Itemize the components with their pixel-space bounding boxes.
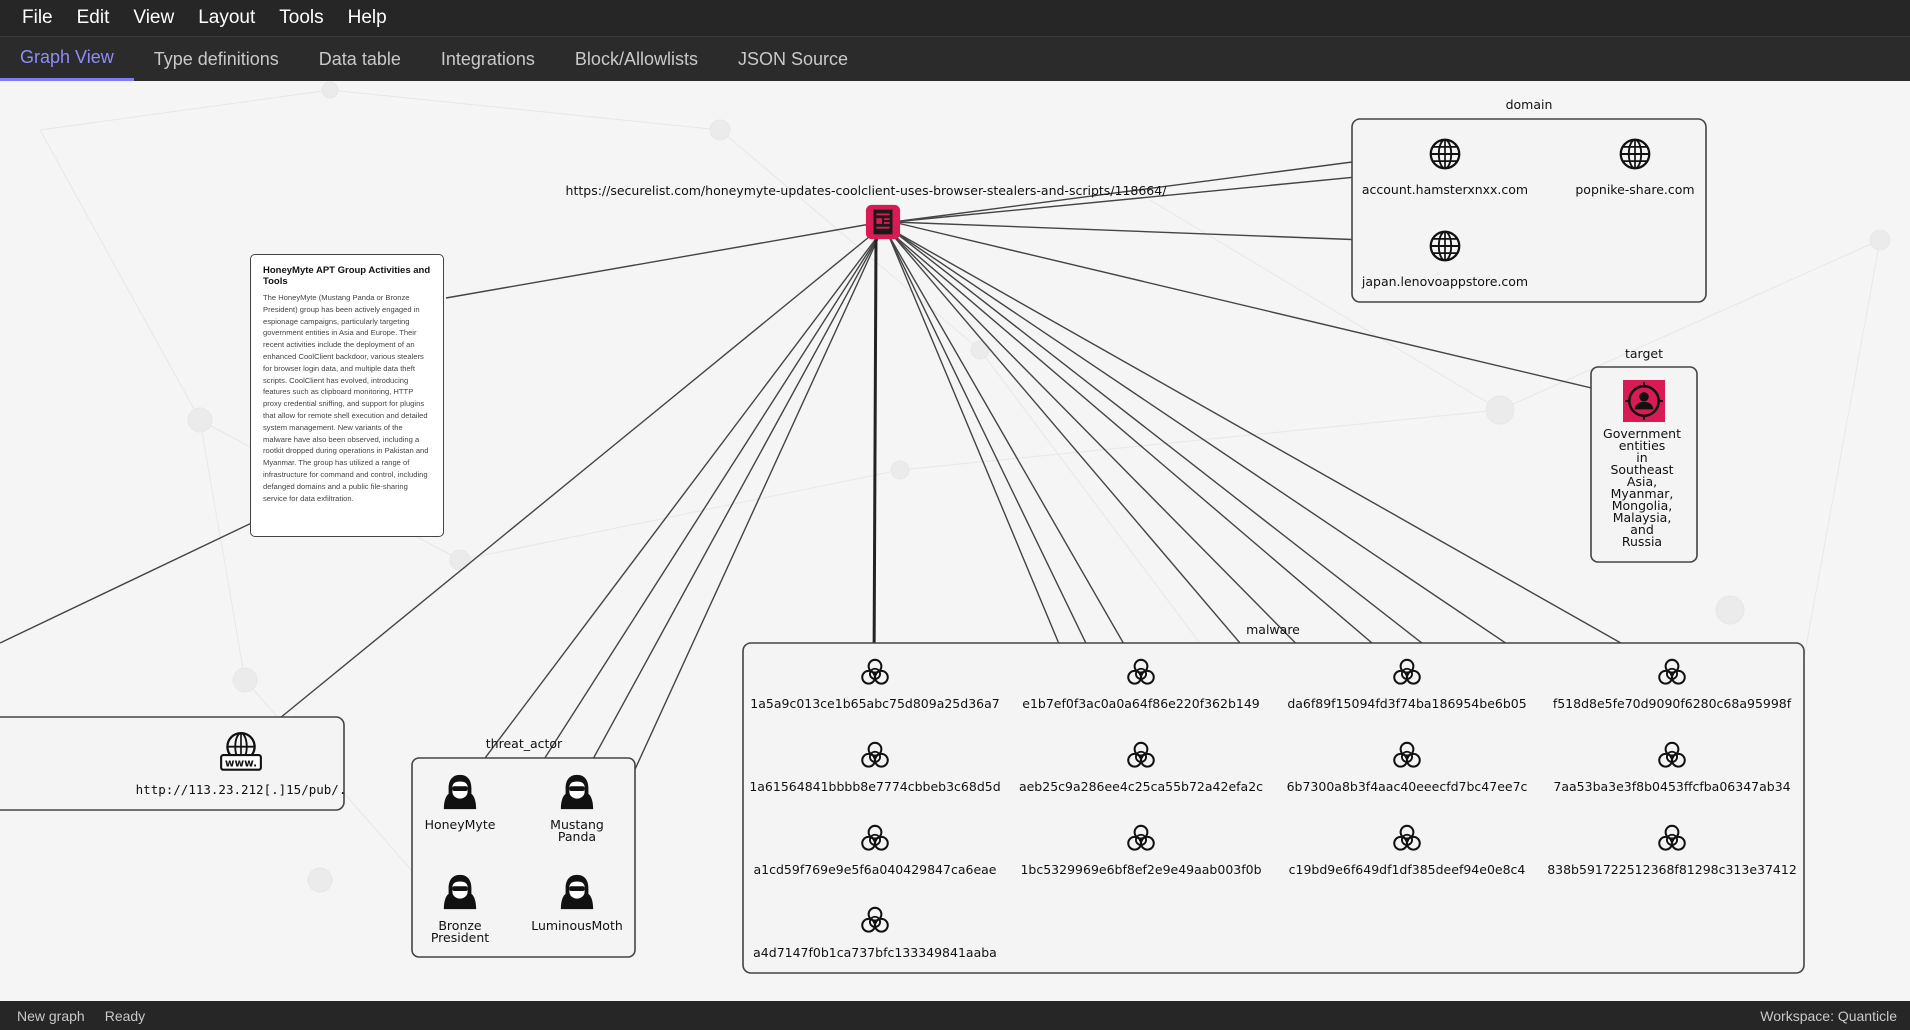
menu-file[interactable]: File xyxy=(10,7,65,29)
tab-graph-view[interactable]: Graph View xyxy=(0,37,134,81)
tab-integrations[interactable]: Integrations xyxy=(421,37,555,81)
edge-report-malware-1 xyxy=(872,235,878,673)
svg-text:6b7300a8b3f4aac40eeecfd7bc47ee: 6b7300a8b3f4aac40eeecfd7bc47ee7c xyxy=(1287,779,1528,794)
status-text: Ready xyxy=(104,1007,146,1024)
url-node-label: http://113.23.212[.]15/pub/. xyxy=(136,782,347,797)
edge-report-note xyxy=(445,221,883,299)
threat-actor-group-label: threat_actor xyxy=(486,736,563,751)
domain-group[interactable]: domain account.hamsterxnxx.com popnike-s… xyxy=(1351,97,1707,303)
tab-block-allowlists[interactable]: Block/Allowlists xyxy=(555,37,718,81)
edge-report-malware-8 xyxy=(889,231,1407,673)
malware-group[interactable]: malware 1a5a9c013ce1b65abc75d809a25d36a7… xyxy=(742,622,1805,974)
svg-text:1a61564841bbbb8e7774cbbeb3c68d: 1a61564841bbbb8e7774cbbeb3c68d5d xyxy=(749,779,1000,794)
tab-data-table[interactable]: Data table xyxy=(299,37,421,81)
menu-bar: File Edit View Layout Tools Help xyxy=(0,0,1910,36)
globe-icon xyxy=(1429,138,1461,170)
svg-text:Russia: Russia xyxy=(1622,534,1662,549)
domain-node-label: popnike-share.com xyxy=(1575,182,1694,197)
note-title: HoneyMyte APT Group Activities and Tools xyxy=(263,265,431,287)
report-url-label: https://securelist.com/honeymyte-updates… xyxy=(566,183,1168,198)
globe-icon xyxy=(1429,230,1461,262)
svg-text:838b591722512368f81298c313e374: 838b591722512368f81298c313e37412 xyxy=(1547,862,1797,877)
svg-text:President: President xyxy=(431,930,489,945)
menu-help[interactable]: Help xyxy=(336,7,399,29)
url-group[interactable]: http://113.23.212[.]15/pub/. xyxy=(0,716,347,811)
svg-text:c19bd9e6f649df1df385deef94e0e8: c19bd9e6f649df1df385deef94e0e8c4 xyxy=(1289,862,1526,877)
note-card[interactable]: HoneyMyte APT Group Activities and Tools… xyxy=(250,254,444,537)
threat-actor-group[interactable]: threat_actor HoneyMyte Mustang Panda Bro… xyxy=(411,736,636,958)
status-bar: New graph Ready Workspace: Quanticle xyxy=(0,1001,1910,1030)
menu-layout[interactable]: Layout xyxy=(186,7,267,29)
target-group[interactable]: target Government entities in Southeast … xyxy=(1590,346,1698,563)
svg-text:aeb25c9a286ee4c25ca55b72a42efa: aeb25c9a286ee4c25ca55b72a42efa2c xyxy=(1019,779,1263,794)
tab-bar: Graph View Type definitions Data table I… xyxy=(0,36,1910,81)
svg-text:LuminousMoth: LuminousMoth xyxy=(531,918,623,933)
svg-text:1bc5329969e6bf8ef2e9e49aab003f: 1bc5329969e6bf8ef2e9e49aab003f0b xyxy=(1020,862,1261,877)
menu-view[interactable]: View xyxy=(121,7,186,29)
domain-node-label: japan.lenovoappstore.com xyxy=(1361,274,1528,289)
report-icon xyxy=(865,204,901,240)
graph-svg[interactable]: www. xyxy=(0,81,1910,1001)
target-group-label: target xyxy=(1625,346,1663,361)
svg-text:7aa53ba3e3f8b0453ffcfba06347ab: 7aa53ba3e3f8b0453ffcfba06347ab34 xyxy=(1553,779,1790,794)
note-body: The HoneyMyte (Mustang Panda or Bronze P… xyxy=(263,293,429,503)
svg-text:Panda: Panda xyxy=(558,829,596,844)
svg-text:da6f89f15094fd3f74ba186954be6b: da6f89f15094fd3f74ba186954be6b05 xyxy=(1287,696,1526,711)
svg-text:a4d7147f0b1ca737bfc133349841aa: a4d7147f0b1ca737bfc133349841aaba xyxy=(753,945,997,960)
workspace-label: Workspace: Quanticle xyxy=(1760,1007,1897,1024)
svg-text:e1b7ef0f3ac0a0a64f86e220f362b1: e1b7ef0f3ac0a0a64f86e220f362b149 xyxy=(1022,696,1260,711)
domain-node-label: account.hamsterxnxx.com xyxy=(1362,182,1528,197)
report-node[interactable]: https://securelist.com/honeymyte-updates… xyxy=(566,183,1168,240)
malware-group-label: malware xyxy=(1246,622,1300,637)
tab-type-definitions[interactable]: Type definitions xyxy=(134,37,299,81)
menu-edit[interactable]: Edit xyxy=(65,7,122,29)
svg-text:HoneyMyte: HoneyMyte xyxy=(425,817,496,832)
svg-text:f518d8e5fe70d9090f6280c68a9599: f518d8e5fe70d9090f6280c68a95998f xyxy=(1553,696,1792,711)
tab-json-source[interactable]: JSON Source xyxy=(718,37,868,81)
globe-icon xyxy=(1619,138,1651,170)
svg-text:1a5a9c013ce1b65abc75d809a25d36: 1a5a9c013ce1b65abc75d809a25d36a7 xyxy=(750,696,999,711)
svg-text:a1cd59f769e9e5f6a040429847ca6e: a1cd59f769e9e5f6a040429847ca6eae xyxy=(754,862,997,877)
target-person-icon xyxy=(1623,380,1665,422)
menu-tools[interactable]: Tools xyxy=(267,7,335,29)
new-graph-button[interactable]: New graph xyxy=(17,1008,85,1024)
domain-group-label: domain xyxy=(1506,97,1553,112)
graph-canvas[interactable]: www. xyxy=(0,81,1910,1001)
